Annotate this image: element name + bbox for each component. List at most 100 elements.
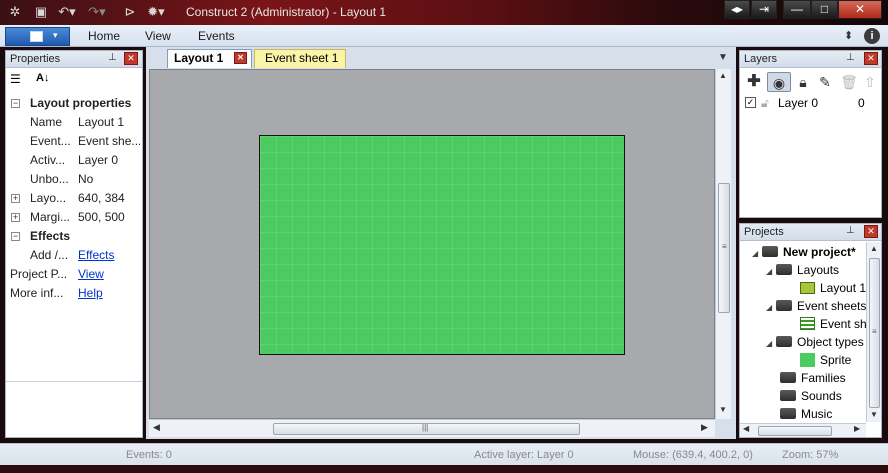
tree-item-families[interactable]: Families bbox=[780, 369, 846, 387]
tree-item-project[interactable]: ◢ New project* bbox=[752, 243, 856, 261]
scroll-right-icon[interactable]: ▶ bbox=[701, 422, 708, 433]
tab-events[interactable]: Events bbox=[198, 29, 235, 43]
divider bbox=[6, 381, 142, 382]
play-icon[interactable]: ⊳ bbox=[122, 4, 138, 20]
scrollbar-thumb[interactable]: ≡ bbox=[718, 183, 730, 313]
visible-checkbox[interactable]: ✓ bbox=[745, 97, 756, 108]
scrollbar-thumb[interactable]: ||| bbox=[273, 423, 580, 435]
pin-icon[interactable]: ⊥ bbox=[846, 225, 855, 236]
effects-link[interactable]: Effects bbox=[78, 246, 140, 265]
layout-area[interactable] bbox=[259, 135, 625, 355]
minimize-button[interactable]: — bbox=[783, 0, 811, 19]
tree-item-layouts[interactable]: ◢ Layouts bbox=[766, 261, 839, 279]
maximize-button[interactable]: □ bbox=[811, 0, 838, 19]
close-icon[interactable]: ✕ bbox=[864, 52, 878, 65]
visibility-icon[interactable]: ◉ bbox=[767, 72, 791, 92]
layout-canvas[interactable] bbox=[149, 69, 715, 419]
sort-alphabetical-icon[interactable]: A↓ bbox=[36, 72, 49, 84]
add-layer-icon[interactable]: ✚ bbox=[744, 72, 764, 92]
collapse-icon[interactable]: − bbox=[11, 232, 20, 241]
tree-item-sounds[interactable]: Sounds bbox=[780, 387, 842, 405]
tree-item-layout-1[interactable]: Layout 1 bbox=[800, 279, 866, 297]
tree-item-event-sheet[interactable]: Event sh bbox=[800, 315, 867, 333]
expand-icon[interactable]: + bbox=[11, 213, 20, 222]
horizontal-scrollbar[interactable]: ◀ ▶ bbox=[740, 423, 866, 437]
property-row[interactable]: + Layo... 640, 384 bbox=[6, 189, 142, 208]
collapse-icon[interactable]: − bbox=[11, 99, 20, 108]
tree-item-music[interactable]: Music bbox=[780, 405, 832, 423]
close-icon[interactable]: ✕ bbox=[234, 52, 247, 64]
section-layout-properties[interactable]: − Layout properties bbox=[6, 94, 142, 113]
save-icon[interactable]: ▣ bbox=[34, 4, 48, 20]
scroll-left-icon[interactable]: ◀ bbox=[153, 422, 160, 433]
scroll-left-icon[interactable]: ◀ bbox=[743, 424, 749, 433]
scrollbar-thumb[interactable]: ≡ bbox=[869, 258, 880, 408]
close-icon[interactable]: ✕ bbox=[864, 225, 878, 238]
property-row[interactable]: Add /... Effects bbox=[6, 246, 142, 265]
layers-title: Layers bbox=[744, 53, 778, 65]
debug-icon[interactable]: ✹▾ bbox=[144, 4, 168, 20]
folder-icon bbox=[762, 246, 778, 257]
pin-icon[interactable]: ⊥ bbox=[846, 52, 855, 63]
layers-panel: Layers ⊥ ✕ ✚ ◉ 🔒︎ ✎ 🗑︎ ⇧ ✓ 🔓︎ Layer 0 0 bbox=[739, 50, 882, 218]
scroll-down-icon[interactable]: ▼ bbox=[870, 410, 878, 419]
property-row[interactable]: Unbo... No bbox=[6, 170, 142, 189]
property-row[interactable]: Activ... Layer 0 bbox=[6, 151, 142, 170]
help-link[interactable]: Help bbox=[78, 284, 140, 303]
vertical-scrollbar[interactable]: ▲ ≡ ▼ bbox=[715, 69, 731, 419]
tab-view[interactable]: View bbox=[145, 29, 171, 43]
layer-row[interactable]: ✓ 🔓︎ Layer 0 0 bbox=[740, 94, 881, 112]
property-row[interactable]: + Margi... 500, 500 bbox=[6, 208, 142, 227]
editor-area: Layout 1 ✕ Event sheet 1 ▼ ▲ ≡ ▼ ◀ ||| ▶ bbox=[146, 47, 736, 439]
collapse-icon[interactable]: ◢ bbox=[766, 299, 776, 317]
property-row[interactable]: Project P... View bbox=[6, 265, 142, 284]
scrollbar-thumb[interactable] bbox=[758, 426, 832, 436]
move-up-icon[interactable]: ⇧ bbox=[860, 72, 880, 92]
view-link[interactable]: View bbox=[78, 265, 140, 284]
property-row[interactable]: Event... Event she... bbox=[6, 132, 142, 151]
projects-title: Projects bbox=[744, 226, 784, 238]
tab-list-dropdown-icon[interactable]: ▼ bbox=[718, 52, 728, 63]
scroll-up-icon[interactable]: ▲ bbox=[719, 71, 727, 80]
tab-layout-1[interactable]: Layout 1 ✕ bbox=[167, 49, 252, 68]
folder-icon bbox=[776, 336, 792, 347]
vertical-scrollbar[interactable]: ▲ ≡ ▼ bbox=[866, 242, 881, 422]
collapse-icon[interactable]: ◢ bbox=[766, 335, 776, 353]
info-icon[interactable]: i bbox=[864, 28, 880, 44]
lock-icon[interactable]: 🔒︎ bbox=[793, 72, 813, 92]
tab-home[interactable]: Home bbox=[88, 29, 120, 43]
undo-icon[interactable]: ↶▾ bbox=[56, 4, 78, 20]
scroll-up-icon[interactable]: ▲ bbox=[870, 244, 878, 253]
app-menu-button[interactable]: ▾ bbox=[5, 27, 70, 46]
delete-icon[interactable]: 🗑︎ bbox=[839, 72, 859, 92]
redo-icon[interactable]: ↷▾ bbox=[86, 4, 108, 20]
tree-item-sprite[interactable]: Sprite bbox=[800, 351, 851, 369]
tree-item-object-types[interactable]: ◢ Object types bbox=[766, 333, 864, 351]
restore-icon[interactable]: ◂▸ bbox=[724, 0, 750, 19]
horizontal-scrollbar[interactable]: ◀ ||| ▶ bbox=[149, 419, 715, 437]
folder-icon bbox=[780, 408, 796, 419]
tree-item-event-sheets[interactable]: ◢ Event sheets bbox=[766, 297, 866, 315]
section-effects[interactable]: − Effects bbox=[6, 227, 142, 246]
expand-icon[interactable]: + bbox=[11, 194, 20, 203]
property-row[interactable]: Name Layout 1 bbox=[6, 113, 142, 132]
tab-event-sheet-1[interactable]: Event sheet 1 bbox=[254, 49, 346, 68]
close-icon[interactable]: ✕ bbox=[124, 52, 138, 65]
scroll-down-icon[interactable]: ▼ bbox=[719, 405, 727, 414]
property-row[interactable]: More inf... Help bbox=[6, 284, 142, 303]
ribbon: ▾ Home View Events ⬍ i bbox=[0, 25, 888, 47]
close-button[interactable]: ✕ bbox=[838, 0, 882, 19]
lock-icon[interactable]: 🔓︎ bbox=[761, 94, 769, 112]
scroll-right-icon[interactable]: ▶ bbox=[854, 424, 860, 433]
edit-icon[interactable]: ✎ bbox=[815, 72, 835, 92]
collapse-icon[interactable]: ◢ bbox=[766, 263, 776, 281]
folder-icon bbox=[776, 300, 792, 311]
layer-count: 0 bbox=[858, 96, 865, 110]
status-events: Events: 0 bbox=[126, 449, 172, 461]
collapse-icon[interactable]: ⬍ bbox=[844, 29, 853, 42]
sort-categorized-icon[interactable]: ☰ bbox=[10, 72, 21, 86]
collapse-icon[interactable]: ◢ bbox=[752, 245, 762, 263]
gear-icon[interactable]: ✲ bbox=[8, 4, 22, 20]
pin-icon[interactable]: ⊥ bbox=[108, 52, 117, 63]
signout-icon[interactable]: ⇥ bbox=[751, 0, 777, 19]
